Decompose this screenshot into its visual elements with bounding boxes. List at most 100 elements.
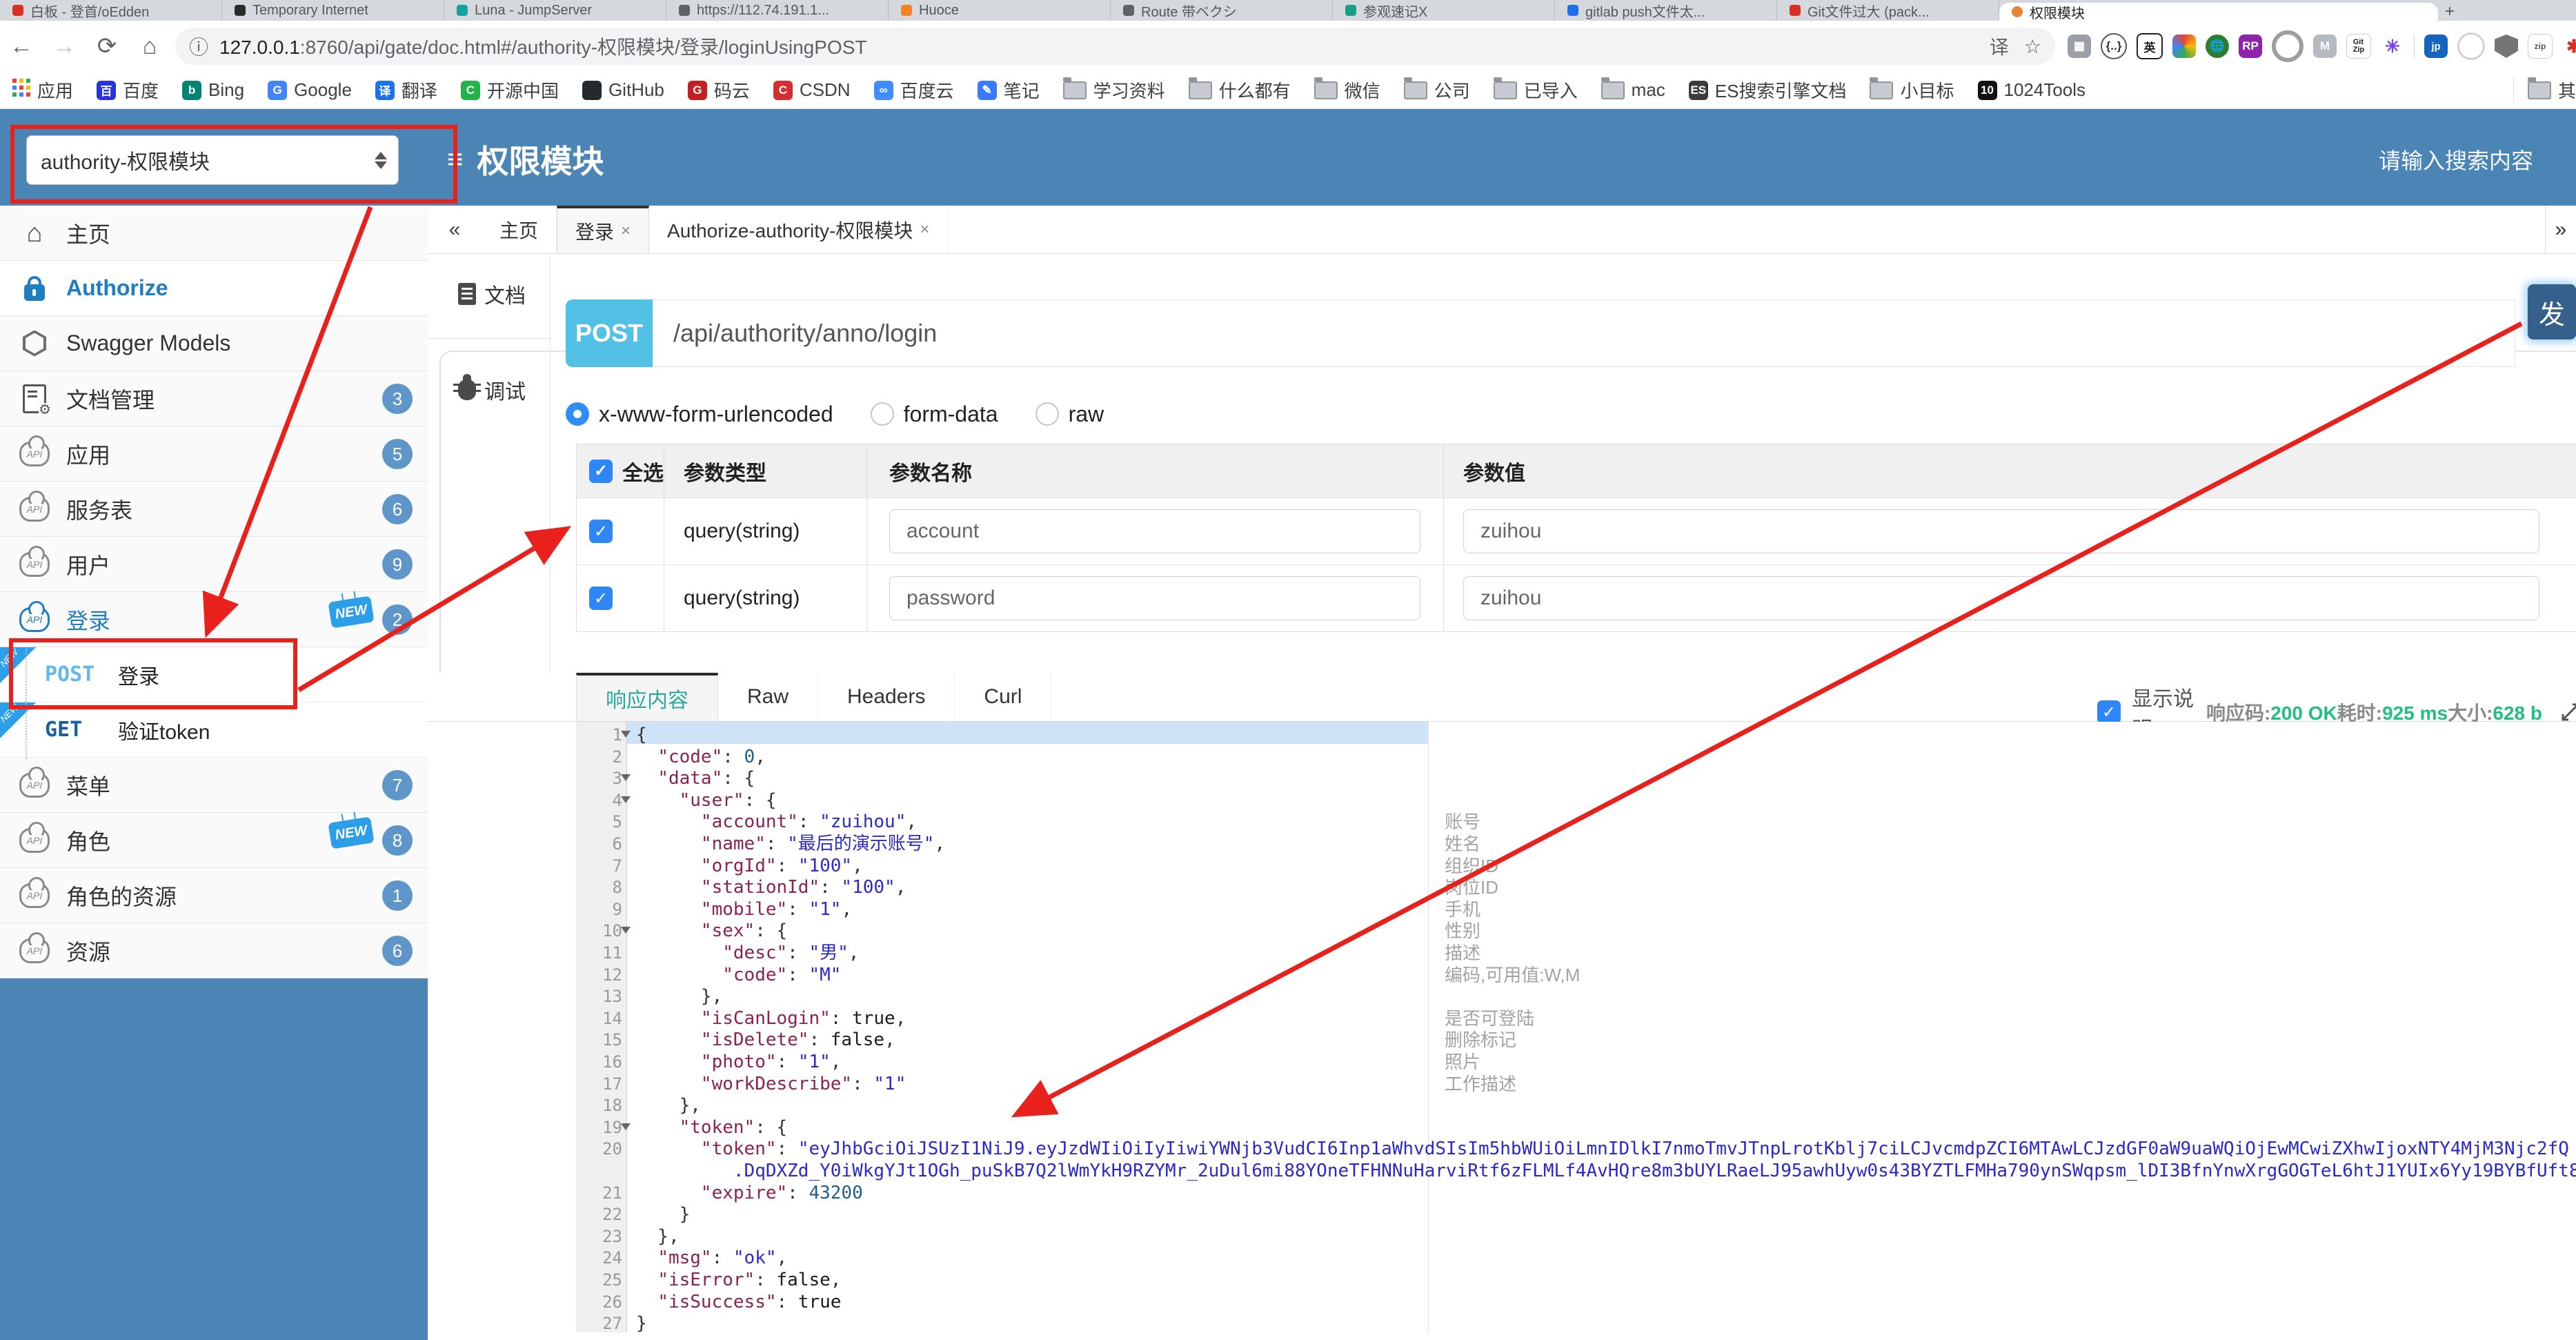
fullscreen-icon[interactable]	[2560, 702, 2576, 722]
browser-tab[interactable]: Luna - JumpServer	[444, 0, 666, 21]
forward-icon[interactable]: →	[43, 33, 86, 60]
select-all-checkbox[interactable]: ✓	[589, 459, 613, 483]
response-tab[interactable]: Curl	[955, 673, 1052, 721]
extension-icon[interactable]: ✳	[2381, 35, 2404, 58]
shield-extension-icon[interactable]	[2495, 35, 2518, 58]
bookmark-item[interactable]: 应用	[12, 77, 73, 103]
sidebar-api-item[interactable]: NEW GET 验证token	[0, 702, 428, 758]
doc-tab[interactable]: Authorize-authority-权限模块 ×	[649, 206, 949, 253]
extension-icon[interactable]	[2457, 32, 2485, 60]
request-path-field[interactable]: /api/authority/anno/login	[653, 299, 2515, 367]
browser-tab[interactable]: gitlab push文件太...	[1555, 0, 1777, 21]
show-description-checkbox[interactable]: ✓	[2097, 700, 2121, 724]
param-name-input[interactable]: password	[889, 576, 1420, 620]
translate-icon[interactable]: 译	[1990, 32, 2009, 60]
site-info-icon[interactable]: ⓘ	[189, 32, 208, 60]
fold-arrow-icon[interactable]	[621, 774, 631, 782]
send-button[interactable]: 发	[2528, 284, 2576, 339]
sidebar-item[interactable]: API 登录 NEW 2	[0, 592, 428, 647]
bookmark-item[interactable]: 译翻译	[375, 77, 437, 103]
browser-tab[interactable]: https://112.74.191.1...	[666, 0, 889, 21]
fold-arrow-icon[interactable]	[621, 1123, 631, 1130]
translate-extension-icon[interactable]: 英	[2137, 33, 2163, 59]
url-bar[interactable]: ⓘ 127.0.0.1:8760/api/gate/doc.html#/auth…	[175, 28, 2055, 65]
response-tab[interactable]: Raw	[718, 673, 819, 721]
browser-tab[interactable]: 参观速记X	[1333, 0, 1555, 21]
doc-tab[interactable]: 主页	[482, 206, 557, 253]
bookmark-item[interactable]: G 码云	[687, 77, 750, 103]
bookmark-item[interactable]: ∞ 百度云	[873, 77, 954, 103]
bookmark-item[interactable]: b Bing	[182, 79, 244, 101]
extension-icon[interactable]	[2272, 30, 2303, 62]
header-search-input[interactable]: 请输入搜索内容	[2359, 144, 2553, 175]
bookmark-item[interactable]: 小目标	[1870, 77, 1954, 103]
extension-icon[interactable]: ✱	[2562, 35, 2576, 58]
sidebar-item[interactable]: API 服务表 6	[0, 482, 428, 537]
home-icon[interactable]: ⌂	[128, 33, 171, 60]
bookmark-item[interactable]: 什么都有	[1188, 77, 1291, 103]
sidebar-item[interactable]: API 用户 9	[0, 537, 428, 592]
bookmark-item[interactable]: 百百度	[97, 77, 159, 103]
sidebar-item[interactable]: Swagger Models	[0, 316, 428, 371]
bookmark-item[interactable]: 学习资料	[1062, 77, 1165, 103]
param-name-input[interactable]: account	[889, 509, 1420, 553]
browser-tab[interactable]: Route 带ベクシ	[1111, 0, 1333, 21]
param-value-input[interactable]: zuihou	[1463, 509, 2539, 553]
fold-arrow-icon[interactable]	[621, 927, 631, 934]
bookmark-item[interactable]: C CSDN	[773, 79, 851, 101]
new-tab-button[interactable]: +	[2438, 2, 2461, 21]
sidebar-item[interactable]: API 角色的资源 1	[0, 868, 428, 923]
mini-nav-debug[interactable]: 调试	[453, 374, 550, 405]
bookmark-item[interactable]: 已导入	[1493, 77, 1578, 103]
fold-arrow-icon[interactable]	[621, 796, 631, 803]
sidebar-item[interactable]: API 资源 6	[0, 923, 428, 978]
sidebar-api-item[interactable]: NEW POST 登录	[0, 647, 428, 702]
param-checkbox[interactable]: ✓	[589, 587, 613, 610]
extension-icon[interactable]: zip	[2528, 34, 2553, 59]
response-tab[interactable]: 响应内容	[576, 673, 718, 721]
browser-tab[interactable]: 权限模块	[1999, 3, 2438, 21]
extension-icon[interactable]: M	[2313, 35, 2337, 58]
back-icon[interactable]: ←	[0, 33, 43, 60]
more-tabs-icon[interactable]: »	[2545, 206, 2576, 253]
extension-icon[interactable]: {..}	[2101, 33, 2127, 59]
param-value-input[interactable]: zuihou	[1463, 576, 2539, 620]
browser-tab[interactable]: Git文件过大 (pack...	[1777, 0, 1999, 21]
sidebar-item[interactable]: API 菜单 7	[0, 758, 428, 813]
fold-arrow-icon[interactable]	[621, 731, 631, 738]
extension-icon[interactable]: RP	[2239, 35, 2262, 58]
bookmark-item[interactable]: ✎ 笔记	[977, 77, 1040, 103]
gitzip-extension-icon[interactable]: Git Zip	[2346, 34, 2371, 59]
bookmark-item[interactable]: 10 1024Tools	[1977, 79, 2085, 101]
bookmark-item[interactable]: 其	[2513, 77, 2576, 103]
bookmark-star-icon[interactable]: ☆	[2024, 35, 2041, 58]
param-checkbox[interactable]: ✓	[589, 520, 613, 543]
bookmark-item[interactable]: GitHub	[582, 79, 664, 101]
response-body-editor[interactable]: 1{2 "code": 0, 3 "data": {4 "user": {5 "a…	[428, 722, 2576, 1340]
collapse-tabs-icon[interactable]: «	[428, 206, 482, 253]
sidebar-item[interactable]: ⌂ 主页	[0, 206, 428, 261]
extension-icon[interactable]: jp	[2424, 35, 2448, 58]
service-select[interactable]: authority-权限模块	[26, 135, 399, 185]
browser-tab[interactable]: Huoce	[889, 0, 1111, 21]
close-icon[interactable]: ×	[621, 221, 631, 241]
sidebar-item[interactable]: API 角色 NEW 8	[0, 813, 428, 868]
browser-tab[interactable]: 白板 - 登首/oEdden	[0, 0, 222, 21]
hamburger-icon[interactable]: ≡	[447, 144, 463, 175]
content-type-radio[interactable]	[870, 402, 894, 426]
bookmark-item[interactable]: ES ES搜索引擎文档	[1688, 77, 1846, 103]
content-type-radio[interactable]	[566, 402, 589, 426]
globe-extension-icon[interactable]: 🌐	[2206, 35, 2229, 58]
bookmark-item[interactable]: 微信	[1314, 77, 1380, 103]
extension-icon[interactable]	[2172, 35, 2196, 58]
bookmark-item[interactable]: 公司	[1403, 77, 1470, 103]
doc-tab[interactable]: 登录 ×	[557, 206, 650, 253]
content-type-radio[interactable]	[1035, 402, 1059, 426]
sidebar-item[interactable]: API 应用 5	[0, 426, 428, 482]
bookmark-item[interactable]: mac	[1601, 77, 1665, 101]
bookmark-item[interactable]: G Google	[268, 79, 352, 101]
browser-tab[interactable]: Temporary Internet	[222, 0, 444, 21]
sidebar-item[interactable]: 文档管理 3	[0, 371, 428, 426]
bookmark-item[interactable]: C 开源中国	[460, 77, 559, 103]
response-tab[interactable]: Headers	[818, 673, 955, 721]
